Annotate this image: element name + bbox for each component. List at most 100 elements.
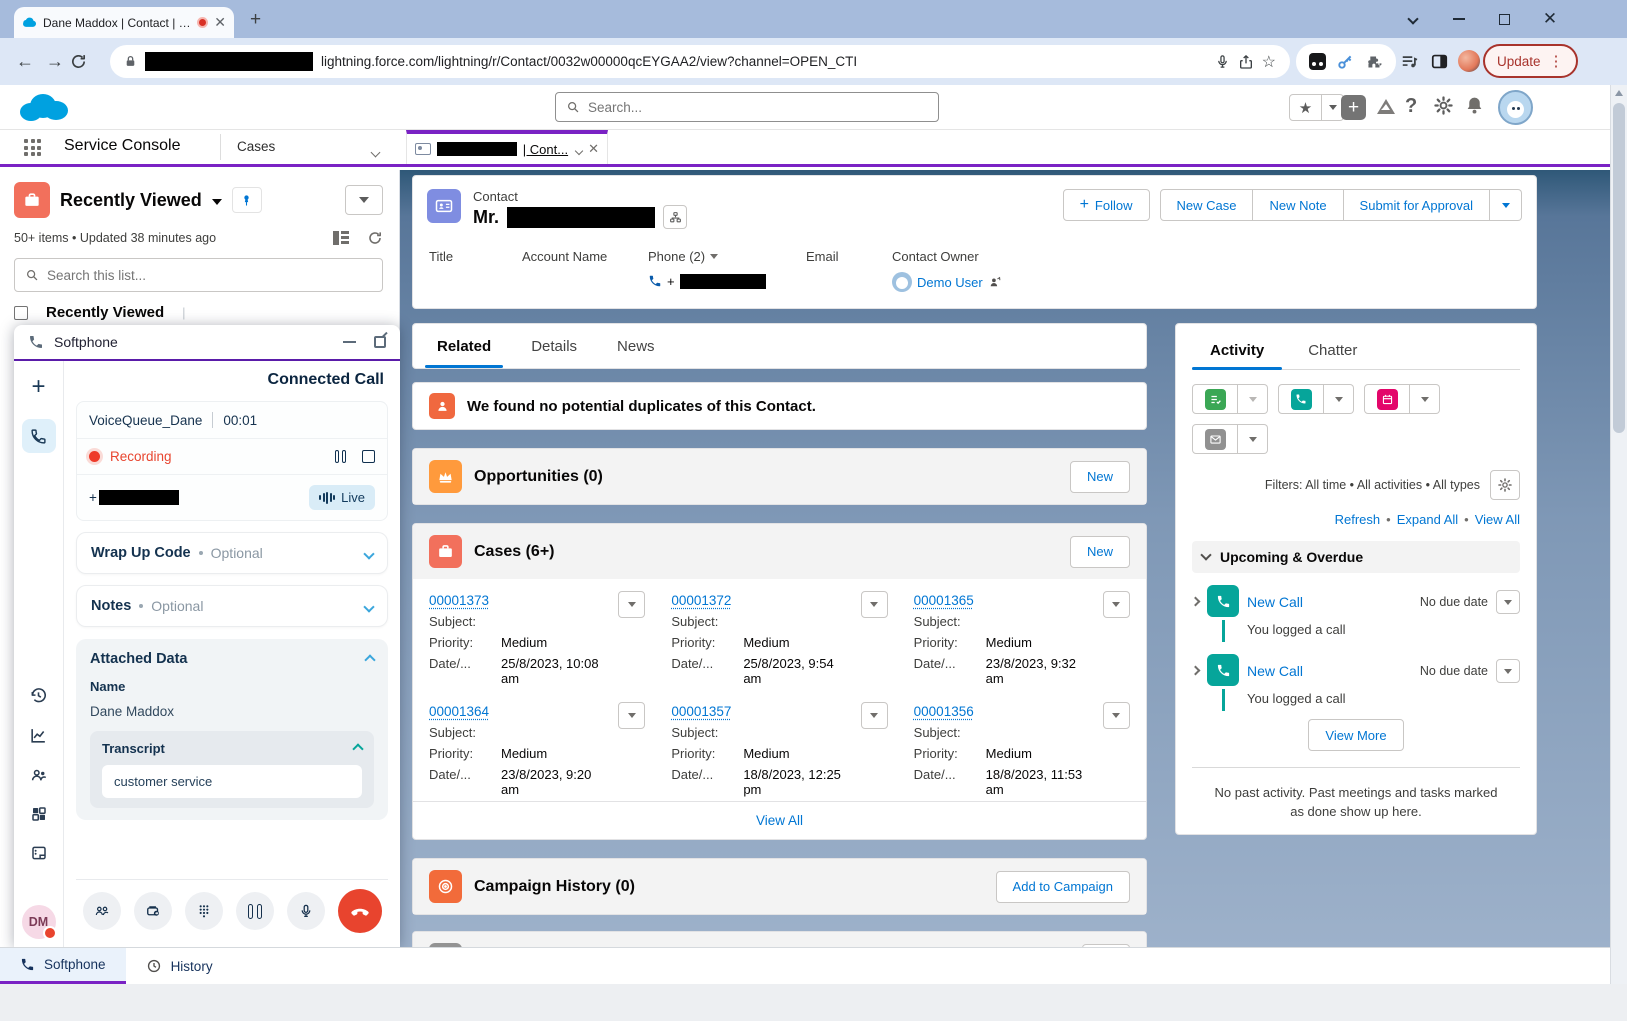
nav-tab-cases[interactable]: Cases: [237, 139, 275, 154]
scroll-up-arrow-icon[interactable]: [1615, 90, 1623, 96]
new-note-button[interactable]: New Note: [1253, 189, 1343, 221]
tab-chatter[interactable]: Chatter: [1290, 338, 1375, 369]
activity-settings-icon[interactable]: [1490, 470, 1520, 500]
forward-button[interactable]: →: [40, 51, 70, 72]
analytics-icon[interactable]: [29, 726, 48, 745]
notifications-bell-icon[interactable]: [1464, 95, 1485, 116]
tab-news[interactable]: News: [597, 324, 675, 368]
submit-for-approval-button[interactable]: Submit for Approval: [1344, 189, 1490, 221]
favorite-star-icon[interactable]: ★: [1289, 94, 1322, 121]
notes-pad-icon[interactable]: [30, 844, 48, 862]
browser-tab[interactable]: Dane Maddox | Contact | Sal ✕: [14, 7, 234, 38]
view-hierarchy-icon[interactable]: [663, 205, 687, 229]
cases-view-all-link[interactable]: View All: [413, 801, 1146, 839]
tab-related[interactable]: Related: [417, 324, 511, 368]
mute-mic-icon[interactable]: [287, 892, 325, 930]
view-all-link[interactable]: View All: [1475, 512, 1520, 527]
back-button[interactable]: ←: [10, 51, 40, 72]
workspace-tab-contact[interactable]: | Cont... ✕: [406, 130, 608, 164]
url-bar[interactable]: lightning.force.com/lightning/r/Contact/…: [110, 45, 1290, 78]
window-close-button[interactable]: ✕: [1527, 0, 1573, 38]
help-icon[interactable]: ?: [1405, 95, 1417, 118]
workspace-tab-close-icon[interactable]: ✕: [588, 141, 599, 157]
case-row-actions[interactable]: [1103, 702, 1130, 729]
apps-grid-icon[interactable]: [30, 805, 48, 823]
reload-button[interactable]: [70, 53, 100, 70]
refresh-list-icon[interactable]: [367, 230, 383, 246]
cases-title[interactable]: Cases (6+): [474, 543, 555, 561]
notes-chevron-icon[interactable]: [365, 599, 373, 614]
case-row-actions[interactable]: [618, 591, 645, 618]
global-search-input[interactable]: [588, 100, 928, 115]
tab-details[interactable]: Details: [511, 324, 597, 368]
nav-cases-chevron-icon[interactable]: [372, 144, 379, 159]
email-button[interactable]: [1192, 424, 1268, 454]
call-dropdown-icon[interactable]: [1324, 384, 1354, 414]
app-launcher-icon[interactable]: [24, 139, 41, 156]
log-call-button[interactable]: [1278, 384, 1354, 414]
list-search[interactable]: [14, 258, 383, 292]
new-case-related-button[interactable]: New: [1070, 536, 1130, 568]
activity-actions-dropdown[interactable]: [1496, 659, 1520, 683]
sidepanel-icon[interactable]: [1430, 52, 1449, 71]
case-row-actions[interactable]: [618, 702, 645, 729]
scrollbar-thumb[interactable]: [1613, 103, 1625, 433]
wrap-up-chevron-icon[interactable]: [365, 546, 373, 561]
window-maximize-button[interactable]: [1481, 0, 1527, 38]
new-event-button[interactable]: [1364, 384, 1440, 414]
task-dropdown-icon[interactable]: [1238, 384, 1268, 414]
row-checkbox[interactable]: [14, 306, 28, 320]
conference-icon[interactable]: [83, 892, 121, 930]
section-chevron-icon[interactable]: [1200, 549, 1211, 560]
workspace-tab-chevron-icon[interactable]: [576, 142, 582, 157]
follow-button[interactable]: +Follow: [1063, 189, 1150, 221]
case-row-actions[interactable]: [1103, 591, 1130, 618]
list-view-selector-icon[interactable]: [212, 193, 222, 208]
case-number-link[interactable]: 00001365: [914, 593, 974, 608]
transfer-call-icon[interactable]: [134, 892, 172, 930]
expand-all-link[interactable]: Expand All: [1397, 512, 1458, 527]
pin-icon[interactable]: [232, 187, 262, 213]
opportunities-title[interactable]: Opportunities (0): [474, 468, 603, 486]
campaign-title[interactable]: Campaign History (0): [474, 878, 635, 896]
utility-softphone-tab[interactable]: Softphone: [0, 948, 126, 984]
profile-avatar-icon[interactable]: [1458, 50, 1480, 72]
case-row-actions[interactable]: [861, 702, 888, 729]
pause-recording-icon[interactable]: [335, 450, 346, 463]
new-task-button[interactable]: [1192, 384, 1268, 414]
case-number-link[interactable]: 00001372: [671, 593, 731, 608]
owner-link[interactable]: Demo User: [917, 275, 983, 290]
transcript-chevron-icon[interactable]: [354, 741, 362, 756]
list-view-actions-dropdown[interactable]: [345, 185, 383, 215]
popout-panel-icon[interactable]: [374, 336, 386, 348]
history-icon[interactable]: [29, 686, 48, 705]
email-dropdown-icon[interactable]: [1238, 424, 1268, 454]
redacted-phone-number[interactable]: [680, 274, 766, 289]
case-number-link[interactable]: 00001364: [429, 704, 489, 719]
live-badge[interactable]: Live: [309, 485, 375, 510]
list-search-input[interactable]: [47, 268, 372, 283]
page-scrollbar[interactable]: [1610, 85, 1627, 984]
end-call-button[interactable]: [338, 889, 382, 933]
new-tab-button[interactable]: +: [250, 10, 261, 29]
display-as-icon[interactable]: [333, 231, 349, 245]
stop-recording-icon[interactable]: [362, 450, 375, 463]
more-actions-dropdown[interactable]: [1490, 189, 1522, 221]
upcoming-overdue-section[interactable]: Upcoming & Overdue: [1192, 541, 1520, 573]
tab-search-chevron-icon[interactable]: [1390, 0, 1436, 38]
expand-item-chevron-icon[interactable]: [1192, 593, 1199, 642]
event-dropdown-icon[interactable]: [1410, 384, 1440, 414]
case-number-link[interactable]: 00001356: [914, 704, 974, 719]
extension-icon[interactable]: [1309, 53, 1326, 70]
wrap-up-code-section[interactable]: Wrap Up Code Optional: [76, 532, 388, 574]
agents-icon[interactable]: [29, 766, 49, 784]
mic-icon[interactable]: [1215, 53, 1230, 70]
extensions-puzzle-icon[interactable]: [1365, 53, 1383, 71]
case-row-actions[interactable]: [861, 591, 888, 618]
browser-menu-dots-icon[interactable]: ⋮: [1549, 52, 1564, 70]
phone-dropdown-icon[interactable]: [710, 254, 718, 259]
favorites-button[interactable]: ★: [1289, 94, 1344, 121]
minimize-panel-icon[interactable]: [343, 341, 356, 343]
window-minimize-button[interactable]: [1436, 0, 1482, 38]
setup-gear-icon[interactable]: [1433, 95, 1454, 116]
